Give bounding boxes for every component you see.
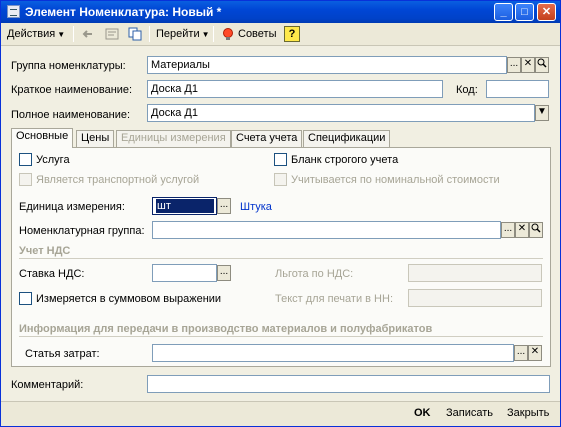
divider — [19, 336, 543, 337]
goto-label: Перейти — [156, 28, 200, 40]
structure-icon[interactable] — [105, 27, 119, 41]
search-icon[interactable] — [529, 222, 543, 238]
nominal-checkbox[interactable] — [274, 173, 287, 186]
comment-field[interactable] — [147, 375, 550, 393]
help-icon[interactable]: ? — [284, 26, 300, 42]
transport-checkbox[interactable] — [19, 173, 32, 186]
unit-name-link[interactable]: Штука — [240, 201, 272, 213]
cost-item-field[interactable] — [152, 344, 514, 362]
back-arrow-icon[interactable] — [81, 27, 95, 41]
actions-label: Действия — [7, 28, 56, 40]
unit-label: Единица измерения: — [19, 201, 125, 213]
tab-prices[interactable]: Цены — [76, 130, 115, 147]
dropdown-arrow-icon: ▼ — [57, 30, 66, 39]
cost-item-label: Статья затрат: — [25, 348, 100, 360]
vat-benefit-field[interactable] — [408, 264, 542, 282]
dropdown-arrow-icon[interactable]: ▼ — [535, 105, 549, 121]
group-label: Группа номенклатуры: — [11, 60, 126, 72]
strict-form-checkbox[interactable] — [274, 153, 287, 166]
short-name-field[interactable]: Доска Д1 — [147, 80, 443, 98]
sum-measure-label: Измеряется в суммовом выражении — [36, 293, 222, 305]
divider — [19, 258, 543, 259]
close-button[interactable]: Закрыть — [507, 407, 549, 419]
toolbar: Действия ▼ Перейти ▼ Советы ? — [1, 23, 560, 46]
close-window-button[interactable]: ✕ — [537, 3, 556, 21]
tab-units[interactable]: Единицы измерения — [116, 130, 231, 147]
production-section-title: Информация для передачи в производство м… — [19, 323, 433, 335]
comment-label: Комментарий: — [11, 379, 84, 391]
window-title: Элемент Номенклатура: Новый * — [25, 5, 222, 19]
full-name-label: Полное наименование: — [11, 109, 131, 121]
toolbar-separator — [149, 26, 150, 42]
actions-menu[interactable]: Действия ▼ — [7, 25, 65, 43]
select-button[interactable]: ... — [514, 345, 528, 361]
vat-rate-field[interactable] — [152, 264, 217, 282]
service-checkbox[interactable] — [19, 153, 32, 166]
full-name-field[interactable]: Доска Д1 — [147, 104, 535, 122]
copy-document-icon[interactable] — [128, 27, 142, 41]
tab-main[interactable]: Основные — [11, 128, 74, 148]
dropdown-arrow-icon: ▼ — [201, 30, 210, 39]
goto-menu[interactable]: Перейти ▼ — [156, 25, 210, 43]
minimize-button[interactable]: _ — [494, 3, 513, 21]
clear-icon[interactable]: ✕ — [521, 57, 535, 73]
unit-select-button[interactable]: ... — [217, 198, 231, 214]
toolbar-separator — [73, 26, 74, 42]
short-name-label: Краткое наименование: — [11, 84, 133, 96]
nomenclature-group-label: Номенклатурная группа: — [19, 225, 145, 237]
unit-value: шт — [156, 199, 214, 213]
tips-lightbulb-icon[interactable] — [221, 27, 235, 41]
item-window: Элемент Номенклатура: Новый * _ □ ✕ Дейс… — [0, 0, 561, 427]
unit-field[interactable]: шт — [152, 197, 217, 215]
title-bar[interactable]: Элемент Номенклатура: Новый * _ □ ✕ — [1, 1, 560, 23]
ok-button[interactable]: OK — [414, 407, 431, 419]
save-button[interactable]: Записать — [446, 407, 493, 419]
tips-button[interactable]: Советы — [238, 25, 276, 43]
group-field[interactable]: Материалы — [147, 56, 507, 74]
print-text-field[interactable] — [408, 289, 542, 307]
code-label: Код: — [456, 84, 478, 96]
sum-measure-checkbox[interactable] — [19, 292, 32, 305]
toolbar-separator — [213, 26, 214, 42]
vat-benefit-label: Льгота по НДС: — [275, 268, 354, 280]
clear-icon[interactable]: ✕ — [515, 222, 529, 238]
nominal-label: Учитывается по номинальной стоимости — [291, 174, 500, 186]
transport-label: Является транспортной услугой — [36, 174, 200, 186]
print-text-label: Текст для печати в НН: — [275, 293, 393, 305]
strict-form-label: Бланк строгого учета — [291, 154, 399, 166]
service-label: Услуга — [36, 154, 70, 166]
select-button[interactable]: ... — [217, 265, 231, 281]
form-icon — [7, 5, 20, 18]
tab-accounts[interactable]: Счета учета — [231, 130, 303, 147]
code-field[interactable] — [486, 80, 549, 98]
clear-icon[interactable]: ✕ — [528, 345, 542, 361]
select-button[interactable]: ... — [501, 222, 515, 238]
select-button[interactable]: ... — [507, 57, 521, 73]
vat-section-title: Учет НДС — [19, 245, 71, 257]
nomenclature-group-field[interactable] — [152, 221, 501, 239]
tab-specifications[interactable]: Спецификации — [303, 130, 391, 147]
vat-rate-label: Ставка НДС: — [19, 268, 85, 280]
maximize-button[interactable]: □ — [515, 3, 534, 21]
search-icon[interactable] — [535, 57, 549, 73]
bottom-bar: OK Записать Закрыть — [1, 401, 560, 426]
